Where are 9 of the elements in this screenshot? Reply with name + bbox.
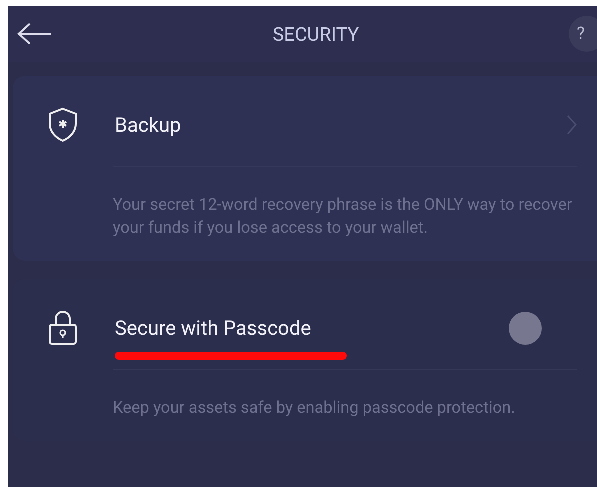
back-icon[interactable] (17, 23, 53, 45)
setting-description: Your secret 12-word recovery phrase is the ONLY way to recover your funds if you lose access to your wallet. (113, 194, 574, 239)
shield-icon (48, 107, 78, 143)
setting-description: Keep your assets safe by enabling passcode protection. (113, 397, 516, 419)
screen-title: SECURITY (272, 22, 360, 46)
help-button[interactable]: ? (569, 16, 597, 52)
setting-title: Backup (115, 113, 182, 137)
padlock-icon (48, 310, 78, 346)
setting-title: Secure with Passcode (115, 316, 312, 340)
